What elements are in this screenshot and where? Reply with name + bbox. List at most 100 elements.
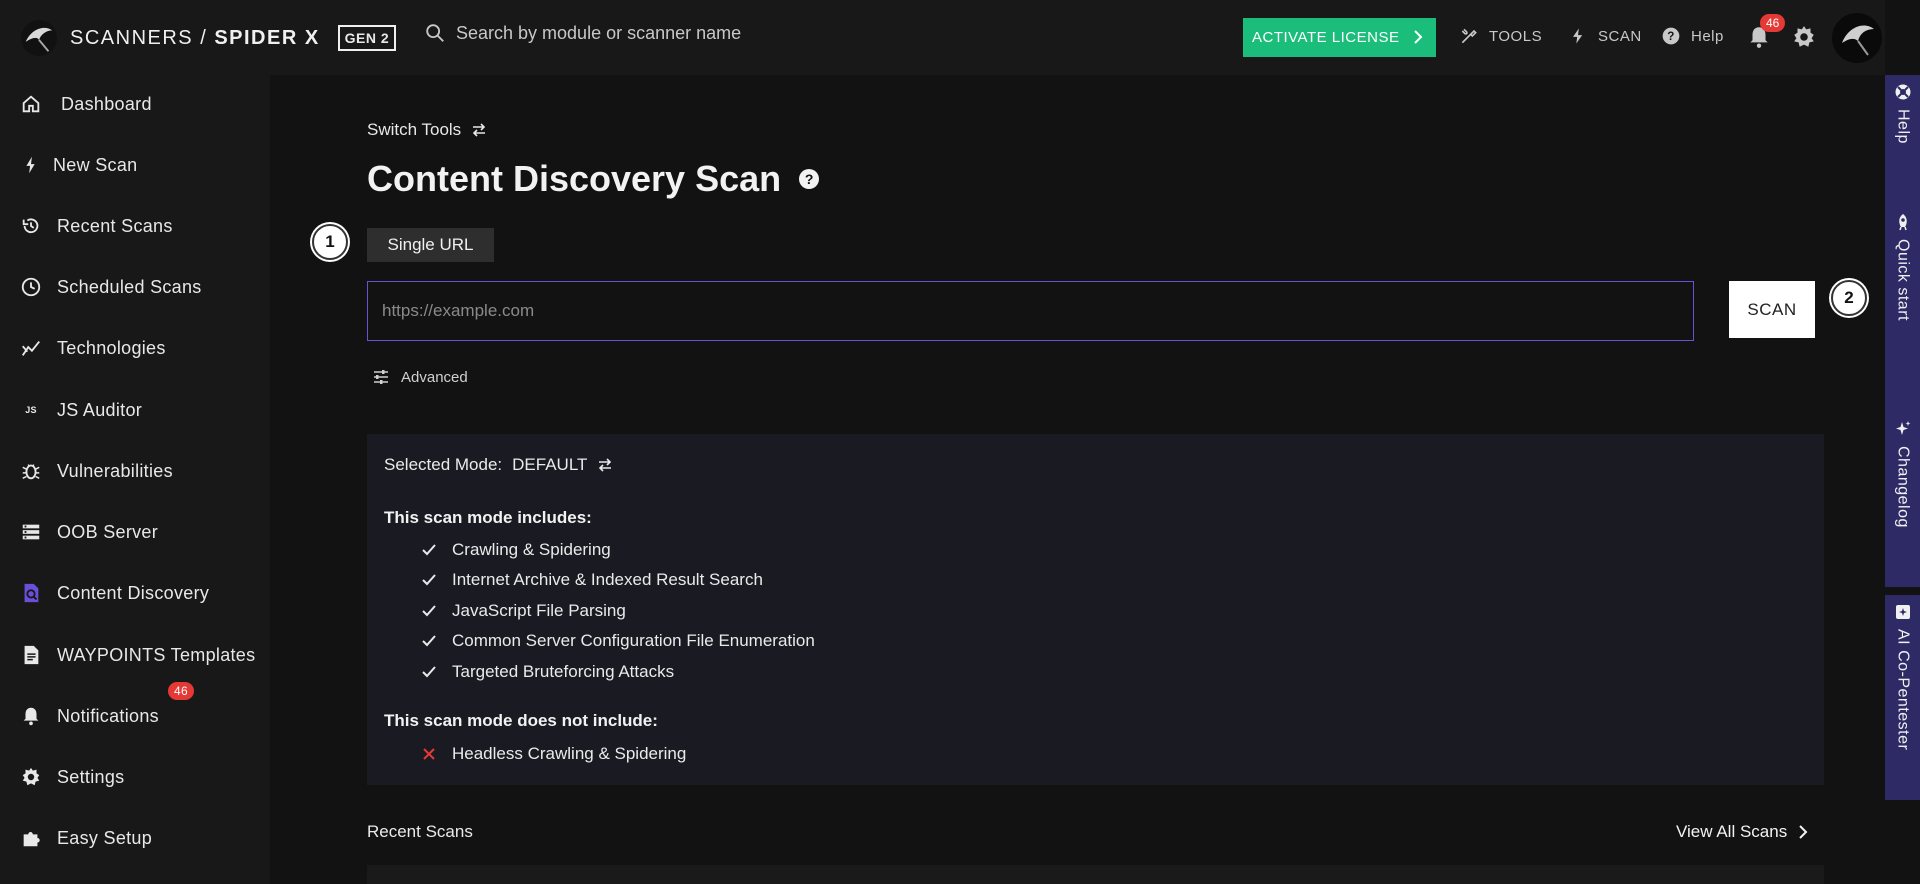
sidebar-item-label: Vulnerabilities [57,460,173,481]
ai-assistant-icon [1895,605,1910,619]
help-circle-icon[interactable]: ? [799,169,820,189]
tools-label: TOOLS [1489,27,1543,45]
help-menu[interactable]: ? Help [1661,26,1724,46]
clock-icon [20,276,42,298]
advanced-toggle[interactable]: Advanced [372,368,468,386]
swap-icon [599,458,612,472]
sparkle-icon [1895,421,1910,435]
content-search-icon [20,582,42,604]
scan-button[interactable]: SCAN [1729,281,1815,338]
included-feature: JavaScript File Parsing [420,601,626,621]
sidebar-item-waypoints-templates[interactable]: WAYPOINTS Templates [0,630,270,680]
notification-count-badge: 46 [1760,14,1786,32]
sidebar-item-oob-server[interactable]: OOB Server [0,507,270,557]
svg-text:?: ? [1667,30,1675,43]
sliders-icon [374,370,388,384]
sidebar-item-js-auditor[interactable]: JS JS Auditor [0,385,270,435]
recent-scans-heading: Recent Scans [367,822,473,841]
included-feature: Internet Archive & Indexed Result Search [420,570,763,590]
chart-icon [20,337,42,359]
sidebar-item-label: OOB Server [57,521,159,542]
switch-tools-label: Switch Tools [367,120,462,139]
rail-changelog-label: Changelog [1894,446,1912,528]
search-icon [426,24,444,42]
bolt-icon [20,154,42,176]
user-avatar[interactable] [1832,13,1882,63]
global-search[interactable]: Search by module or scanner name [424,22,741,44]
url-input[interactable] [367,281,1694,341]
js-icon: JS [25,405,37,415]
rail-divider [1885,587,1920,589]
sidebar-item-content-discovery[interactable]: Content Discovery [0,568,270,618]
sidebar-item-notifications[interactable]: Notifications 46 [0,682,270,741]
view-all-scans-link[interactable]: View All Scans [1676,822,1809,842]
tools-icon [1461,28,1477,44]
check-icon [422,666,436,678]
rail-tab-quick-start[interactable]: Quick start [1885,205,1920,412]
chevron-right-icon [1799,825,1808,839]
activate-license-button[interactable]: ACTIVATE LICENSE [1243,18,1436,57]
switch-tools-button[interactable]: Switch Tools [367,120,487,140]
recent-scans-panel [367,865,1824,884]
sidebar-item-label: WAYPOINTS Templates [57,644,256,665]
sidebar-item-recent-scans[interactable]: Recent Scans [0,201,270,251]
spider-logo-icon [20,19,58,57]
sidebar-item-technologies[interactable]: Technologies [0,323,270,373]
sidebar-item-label: Content Discovery [57,582,210,603]
settings-gear-icon[interactable] [1791,24,1817,50]
sidebar-item-scheduled-scans[interactable]: Scheduled Scans [0,262,270,312]
lifebuoy-icon [1895,84,1910,100]
notification-count-badge: 46 [168,682,194,700]
scan-menu[interactable]: SCAN [1568,26,1642,46]
included-feature: Targeted Bruteforcing Attacks [420,662,674,682]
sidebar-item-dashboard[interactable]: Dashboard [0,79,270,129]
rail-tab-ai-co-pentester[interactable]: AI Co-Pentester [1885,595,1920,800]
step-marker-2: 2 [1831,280,1867,316]
sidebar-item-settings[interactable]: Settings [0,752,270,802]
help-label: Help [1691,27,1724,45]
sidebar-item-label: Technologies [57,337,166,358]
brand-title: SCANNERS / SPIDER X [70,26,320,49]
selected-mode[interactable]: Selected Mode: DEFAULT [384,455,613,475]
sidebar-item-new-scan[interactable]: New Scan [0,140,270,190]
step-marker-1: 1 [312,224,348,260]
scan-label: SCAN [1598,27,1642,45]
sidebar-item-label: JS Auditor [57,399,143,420]
help-icon: ? [1662,27,1680,45]
feature-label: Headless Crawling & Spidering [452,744,687,763]
history-icon [20,215,42,237]
sidebar-item-vulnerabilities[interactable]: Vulnerabilities [0,446,270,496]
sidebar-item-label: Settings [57,766,125,787]
sidebar-item-label: Recent Scans [57,215,173,236]
excluded-feature: Headless Crawling & Spidering [420,744,686,764]
rail-tab-help[interactable]: Help [1885,75,1920,205]
check-icon [422,544,436,556]
bug-icon [20,460,42,482]
feature-label: JavaScript File Parsing [452,601,626,620]
feature-label: Common Server Configuration File Enumera… [452,631,815,650]
gen-badge: GEN 2 [337,25,397,51]
bolt-icon [1573,28,1583,44]
close-icon [423,748,435,760]
rail-help-label: Help [1894,109,1912,144]
rail-tab-changelog[interactable]: Changelog [1885,412,1920,587]
rail-ai-label: AI Co-Pentester [1894,629,1912,751]
page-title: Content Discovery Scan ? [367,158,820,200]
sidebar-item-label: Notifications [57,705,159,726]
swap-icon [473,123,486,137]
advanced-label: Advanced [401,368,468,386]
excludes-heading: This scan mode does not include: [384,711,658,730]
activate-license-label: ACTIVATE LICENSE [1252,29,1400,46]
sidebar-item-label: Dashboard [61,93,152,114]
sidebar-item-easy-setup[interactable]: Easy Setup [0,813,270,863]
avatar-logo-icon [1842,25,1874,56]
brand[interactable]: SCANNERS / SPIDER X GEN 2 [20,18,397,58]
check-icon [422,635,436,647]
tab-single-url[interactable]: Single URL [367,228,494,262]
tools-menu[interactable]: TOOLS [1459,26,1542,46]
view-all-label: View All Scans [1676,822,1788,841]
included-feature: Common Server Configuration File Enumera… [420,631,815,651]
included-feature: Crawling & Spidering [420,540,611,560]
selected-mode-label: Selected Mode: [384,455,503,474]
rail-quick-start-label: Quick start [1894,239,1912,321]
